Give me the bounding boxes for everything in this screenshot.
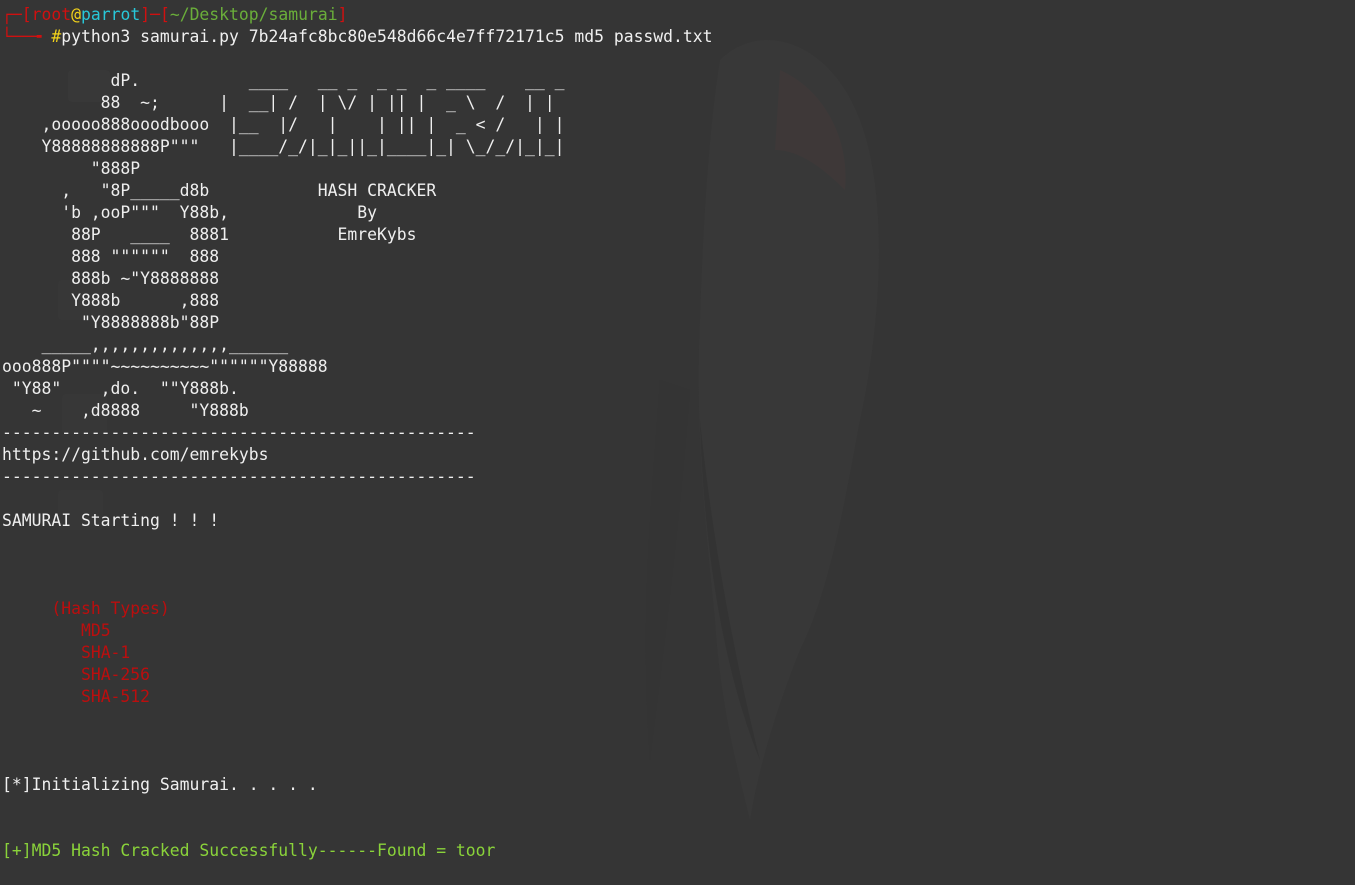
- ascii-banner: dP. ____ __ _ _ _ _ ____ __ _ 88 ~; | __…: [2, 48, 1342, 422]
- hash-type-label: SHA-512: [80, 687, 151, 706]
- initializing-message: [*]Initializing Samurai. . . . .: [2, 775, 318, 794]
- hash-types-title: (Hash Types): [2, 598, 1342, 620]
- terminal-output: ┌─[root@parrot]─[~/Desktop/samurai] └──╼…: [2, 4, 1342, 862]
- banner-line: ,ooooo888ooodbooo |__ |/ | | || | _ < / …: [2, 115, 565, 134]
- banner-line: , "8P_____d8b HASH CRACKER: [2, 181, 437, 200]
- separator-bottom: ----------------------------------------…: [2, 467, 476, 486]
- banner-line: _____,,,,,,,,,,,,,,______: [2, 335, 289, 354]
- prompt-separator: ─[: [150, 5, 170, 24]
- hash-type-label: SHA-256: [80, 665, 151, 684]
- prompt-corner: ┌─: [2, 5, 22, 24]
- banner-line: "Y88" ,do. ""Y888b.: [2, 379, 239, 398]
- banner-line: Y888b ,888: [2, 291, 220, 310]
- banner-line: 88P ____ 8881 EmreKybs: [2, 225, 417, 244]
- prompt-arrow: └──╼: [2, 27, 52, 46]
- banner-line: [2, 48, 1342, 70]
- prompt-line: ┌─[root@parrot]─[~/Desktop/samurai]: [2, 4, 1342, 26]
- hash-type-item: SHA-256: [2, 664, 1342, 686]
- prompt-at: @: [71, 5, 81, 24]
- banner-line: Y88888888888P""" |____/_/|_|_||_|____|_|…: [2, 137, 565, 156]
- banner-line: 888b ~"Y8888888: [2, 269, 220, 288]
- hash-type-item: SHA-1: [2, 642, 1342, 664]
- hash-type-item: SHA-512: [2, 686, 1342, 708]
- banner-line: ooo888P""""~~~~~~~~~~""""""Y88888: [2, 357, 328, 376]
- github-link: https://github.com/emrekybs: [2, 445, 269, 464]
- banner-line: "888P: [2, 159, 141, 178]
- banner-line: 'b ,ooP""" Y88b, By: [2, 203, 377, 222]
- hash-types-title-text: (Hash Types): [51, 599, 170, 618]
- prompt-user: root: [31, 5, 72, 24]
- hash-type-item: MD5: [2, 620, 1342, 642]
- banner-line: 888 """""" 888: [2, 247, 220, 266]
- starting-message: SAMURAI Starting ! ! !: [2, 511, 220, 530]
- success-result: [+]MD5 Hash Cracked Successfully------Fo…: [2, 841, 496, 860]
- prompt-bracket-close: ]: [140, 5, 151, 24]
- prompt-path-close: ]: [337, 5, 348, 24]
- banner-line: "Y8888888b"88P: [2, 313, 220, 332]
- hash-type-label: MD5: [80, 621, 111, 640]
- banner-line: 88 ~; | __| / | \/ | || | _ \ / | |: [2, 93, 555, 112]
- command-line: └──╼ #python3 samurai.py 7b24afc8bc80e54…: [2, 26, 1342, 48]
- hash-type-label: SHA-1: [80, 643, 131, 662]
- prompt-hash-symbol: #: [51, 27, 62, 46]
- command-text: python3 samurai.py 7b24afc8bc80e548d66c4…: [61, 27, 713, 46]
- separator-top: ----------------------------------------…: [2, 423, 476, 442]
- prompt-path: ~/Desktop/samurai: [169, 5, 338, 24]
- prompt-bracket-open: [: [21, 5, 32, 24]
- banner-line: dP. ____ __ _ _ _ _ ____ __ _: [2, 71, 565, 90]
- prompt-host: parrot: [80, 5, 141, 24]
- banner-line: ~ ,d8888 "Y888b: [2, 401, 249, 420]
